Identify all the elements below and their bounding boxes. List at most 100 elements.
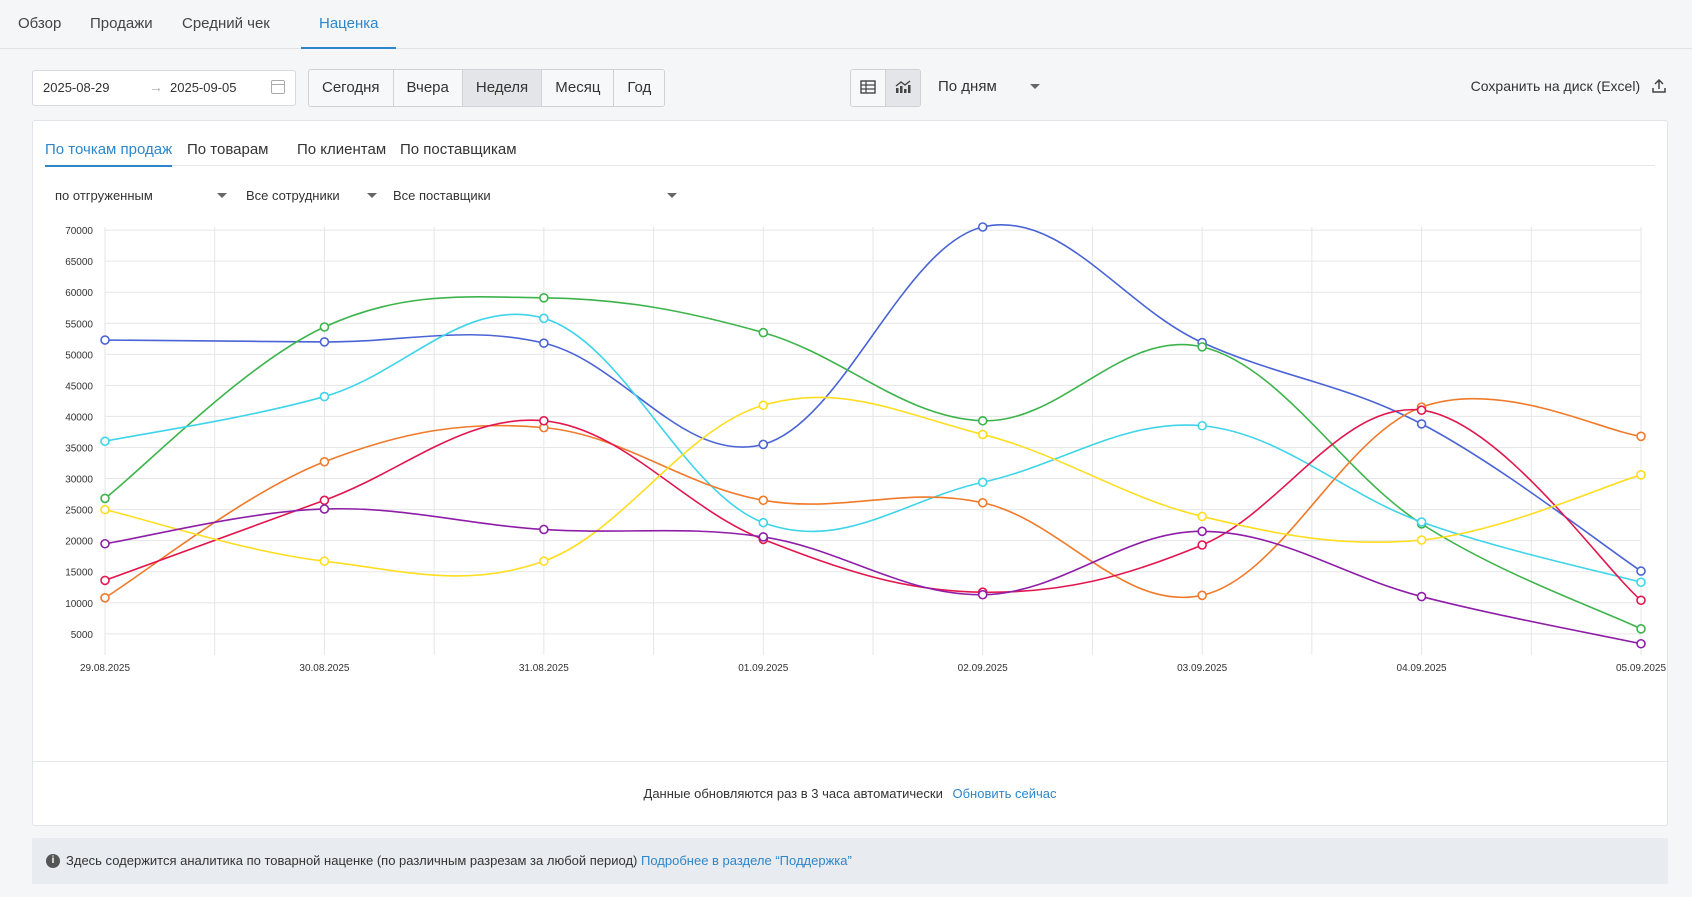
employees-filter[interactable]: Все сотрудники xyxy=(246,188,377,203)
data-point xyxy=(539,556,549,566)
data-point xyxy=(977,415,988,426)
data-point xyxy=(977,497,988,508)
data-point xyxy=(1636,566,1646,576)
data-point xyxy=(100,575,110,586)
data-point xyxy=(319,495,330,506)
chart-view-button[interactable] xyxy=(885,70,920,106)
subtab-products[interactable]: По товарам xyxy=(187,141,268,165)
group-by-select[interactable]: По дням xyxy=(938,78,1040,95)
data-point xyxy=(100,493,110,504)
suppliers-filter-value: Все поставщики xyxy=(393,188,491,203)
support-link[interactable]: Подробнее в разделе “Поддержка” xyxy=(641,853,852,868)
data-point xyxy=(1197,590,1207,601)
arrow-right-icon: → xyxy=(149,79,163,95)
y-tick-label: 15000 xyxy=(65,568,93,579)
save-excel-button[interactable]: Сохранить на диск (Excel) xyxy=(1471,78,1666,94)
date-range-picker[interactable]: 2025-08-29 → 2025-09-05 xyxy=(32,70,296,106)
data-point xyxy=(319,456,330,467)
update-note: Данные обновляются раз в 3 часа автомати… xyxy=(643,786,943,801)
x-tick-label: 30.08.2025 xyxy=(299,663,349,674)
info-bar: i Здесь содержится аналитика по товарной… xyxy=(32,838,1668,884)
info-icon: i xyxy=(46,854,60,868)
data-point xyxy=(1636,431,1646,442)
data-point xyxy=(1416,535,1427,545)
chevron-down-icon xyxy=(217,193,227,198)
group-by-value: По дням xyxy=(938,78,997,95)
data-point xyxy=(1636,470,1646,480)
y-tick-label: 20000 xyxy=(65,537,93,548)
x-tick-label: 04.09.2025 xyxy=(1397,663,1447,674)
shipment-filter[interactable]: по отгруженным xyxy=(55,188,227,203)
y-tick-label: 55000 xyxy=(65,319,93,330)
x-tick-label: 29.08.2025 xyxy=(80,663,130,674)
y-tick-label: 40000 xyxy=(65,412,93,423)
period-month-button[interactable]: Месяц xyxy=(542,70,615,106)
data-point xyxy=(539,524,549,535)
y-tick-label: 35000 xyxy=(65,443,93,454)
tab-markup[interactable]: Наценка xyxy=(301,0,397,49)
subtab-sales-points[interactable]: По точкам продаж xyxy=(45,141,173,167)
period-year-button[interactable]: Год xyxy=(614,70,665,106)
tab-overview[interactable]: Обзор xyxy=(0,0,79,48)
info-text: Здесь содержится аналитика по товарной н… xyxy=(66,853,638,868)
tab-sales[interactable]: Продажи xyxy=(72,0,171,48)
data-point xyxy=(539,338,549,348)
data-point xyxy=(319,556,330,566)
chart-icon xyxy=(895,80,911,93)
data-point xyxy=(319,337,330,347)
data-point xyxy=(977,429,988,440)
suppliers-filter[interactable]: Все поставщики xyxy=(393,188,677,203)
data-point xyxy=(1197,420,1207,431)
date-to[interactable]: 2025-09-05 xyxy=(170,80,237,95)
period-week-button[interactable]: Неделя xyxy=(462,70,543,106)
y-tick-label: 65000 xyxy=(65,257,93,268)
y-tick-label: 5000 xyxy=(71,630,94,641)
data-point xyxy=(977,477,988,488)
x-tick-label: 02.09.2025 xyxy=(958,663,1008,674)
view-toggle xyxy=(850,69,921,107)
table-view-button[interactable] xyxy=(851,70,885,106)
data-point xyxy=(977,589,988,600)
data-point xyxy=(1416,405,1427,416)
save-excel-label: Сохранить на диск (Excel) xyxy=(1470,78,1641,94)
data-point xyxy=(319,391,330,402)
data-point xyxy=(1197,540,1207,550)
data-point xyxy=(758,439,769,450)
data-point xyxy=(758,532,769,542)
y-tick-label: 45000 xyxy=(65,381,93,392)
shipment-filter-value: по отгруженным xyxy=(55,188,153,203)
top-navigation: Обзор Продажи Средний чек Наценка xyxy=(0,0,1692,49)
data-point xyxy=(319,322,330,332)
subtab-clients[interactable]: По клиентам xyxy=(297,141,386,165)
subtab-suppliers[interactable]: По поставщикам xyxy=(400,141,517,165)
data-point xyxy=(1416,591,1427,602)
data-point xyxy=(758,400,769,411)
y-tick-label: 50000 xyxy=(65,350,93,361)
data-point xyxy=(758,517,769,528)
data-point xyxy=(1636,624,1646,634)
chevron-down-icon xyxy=(1030,84,1040,89)
employees-filter-value: Все сотрудники xyxy=(246,188,340,203)
data-point xyxy=(100,504,110,515)
refresh-now-link[interactable]: Обновить сейчас xyxy=(953,786,1057,801)
markup-line-chart: 5000 10000 15000 20000 25000 30000 35000 40000 4… xyxy=(65,222,1666,674)
calendar-icon[interactable] xyxy=(271,80,285,94)
x-tick-label: 03.09.2025 xyxy=(1177,663,1227,674)
data-point xyxy=(758,327,769,338)
y-tick-label: 30000 xyxy=(65,475,93,486)
data-point xyxy=(1636,577,1646,588)
y-tick-label: 70000 xyxy=(65,226,93,237)
analytics-panel: По точкам продаж По товарам По клиентам … xyxy=(32,120,1668,826)
data-point xyxy=(758,495,769,506)
x-tick-label: 31.08.2025 xyxy=(519,663,569,674)
data-point xyxy=(1197,511,1207,522)
data-point xyxy=(539,293,549,303)
table-icon xyxy=(860,80,876,94)
tab-average-check[interactable]: Средний чек xyxy=(164,0,288,48)
data-point xyxy=(1197,526,1207,537)
data-point xyxy=(1636,638,1646,649)
data-point xyxy=(977,222,988,232)
date-from[interactable]: 2025-08-29 xyxy=(43,80,110,95)
period-today-button[interactable]: Сегодня xyxy=(309,70,394,106)
period-yesterday-button[interactable]: Вчера xyxy=(393,70,463,106)
